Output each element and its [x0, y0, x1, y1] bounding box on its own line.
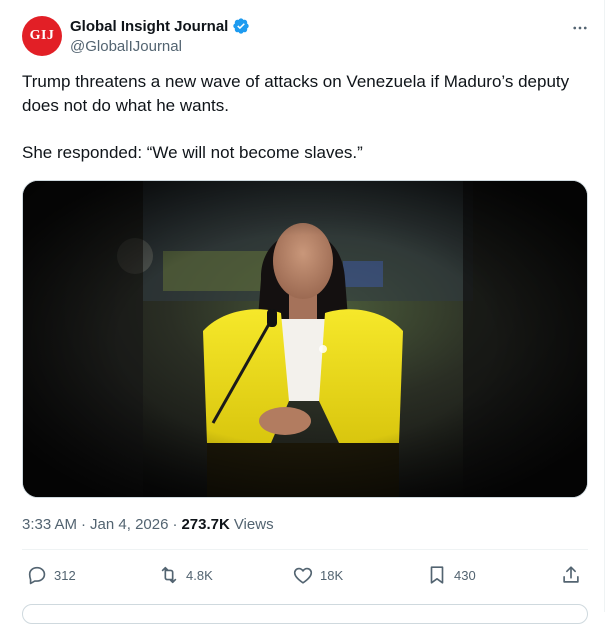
tweet-text-line2: She responded: “We will not become slave… — [22, 142, 363, 162]
like-icon — [293, 567, 313, 584]
tweet-card: GIJ Global Insight Journal @GlobalIJourn… — [0, 0, 608, 624]
share-button[interactable] — [560, 562, 582, 588]
bookmark-button[interactable]: 430 — [426, 562, 476, 588]
action-bar: 312 4.8K 18K 430 — [22, 562, 588, 588]
divider — [22, 549, 588, 550]
display-name[interactable]: Global Insight Journal — [70, 18, 228, 35]
tweet-date[interactable]: Jan 4, 2026 — [90, 516, 168, 533]
tweet-text-line1: Trump threatens a new wave of attacks on… — [22, 72, 570, 115]
tweet-text: Trump threatens a new wave of attacks on… — [22, 70, 592, 164]
like-count: 18K — [320, 567, 344, 583]
bookmark-count: 430 — [454, 567, 476, 583]
verified-badge-icon[interactable] — [232, 17, 250, 35]
repost-button[interactable]: 4.8K — [158, 562, 213, 588]
share-icon — [563, 566, 579, 583]
photo-media — [23, 181, 587, 497]
reply-icon — [28, 566, 46, 585]
reply-count: 312 — [54, 567, 76, 583]
tweet-header: GIJ Global Insight Journal @GlobalIJourn… — [22, 16, 592, 58]
reply-button[interactable]: 312 — [26, 562, 76, 588]
bookmark-icon — [430, 566, 444, 584]
display-name-row: Global Insight Journal — [70, 16, 250, 36]
more-horizontal-icon[interactable] — [568, 18, 592, 38]
account-handle[interactable]: @GlobalIJournal — [70, 38, 250, 55]
like-button[interactable]: 18K — [292, 562, 343, 588]
reply-composer[interactable] — [22, 604, 588, 624]
meta-separator: · — [81, 515, 87, 533]
repost-icon — [161, 566, 177, 584]
repost-count: 4.8K — [186, 567, 213, 583]
avatar[interactable]: GIJ — [22, 16, 62, 56]
tweet-photo[interactable] — [22, 180, 588, 498]
views-label: Views — [233, 515, 274, 533]
author-names: Global Insight Journal @GlobalIJournal — [70, 16, 250, 55]
meta-separator: · — [172, 515, 178, 533]
card-edge — [604, 0, 605, 612]
tweet-time[interactable]: 3:33 AM — [22, 516, 77, 533]
tweet-meta: 3:33 AM · Jan 4, 2026 · 273.7K Views — [22, 514, 274, 534]
views-count[interactable]: 273.7K — [181, 516, 229, 533]
